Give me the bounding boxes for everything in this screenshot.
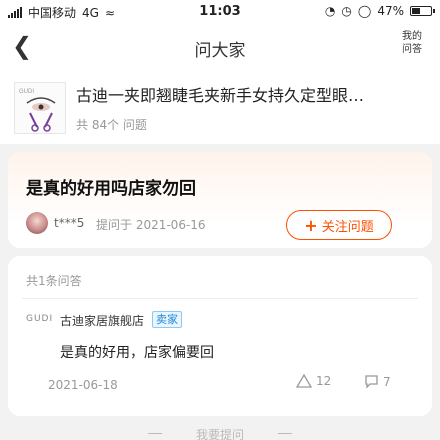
- headphones-icon: ◯: [357, 4, 372, 18]
- asked-date: 提问于 2021-06-16: [96, 218, 206, 232]
- product-name: 古迪一夹即翘睫毛夹新手女持久定型眼…: [76, 86, 365, 105]
- answer-count: 共1条问答: [26, 274, 82, 288]
- follow-question-button[interactable]: + 关注问题: [286, 210, 392, 240]
- follow-label: 关注问题: [321, 219, 374, 235]
- seller-badge: 卖家: [152, 311, 182, 328]
- my-qa-label-line2: 问答: [402, 44, 422, 55]
- product-thumbnail[interactable]: GUDI: [14, 82, 66, 134]
- answers-card: 共1条问答 GUDI 古迪家居旗舰店 卖家 是真的好用，店家偏要回 2021-0…: [8, 256, 432, 416]
- shop-name[interactable]: 古迪家居旗舰店: [60, 312, 144, 329]
- shop-logo: GUDI: [26, 314, 54, 324]
- question-count: 共 84个 问题: [76, 118, 147, 132]
- battery-level-fill: [412, 8, 420, 14]
- ask-question-label[interactable]: 我要提问: [0, 426, 440, 440]
- like-count: 12: [316, 374, 332, 388]
- product-logo-text: GUDI: [19, 89, 34, 95]
- battery-icon: [410, 6, 435, 16]
- like-button[interactable]: 12: [296, 374, 331, 388]
- avatar[interactable]: [26, 212, 48, 234]
- plus-icon: +: [304, 215, 318, 235]
- question-text: 是真的好用吗店家勿回: [26, 179, 196, 199]
- product-header[interactable]: GUDI 古迪一夹即翘睫毛夹新手女持久定型眼… 共 84个 问题: [0, 68, 440, 144]
- divider: [22, 298, 418, 299]
- comment-icon: [365, 375, 378, 389]
- battery-percent: 47%: [377, 4, 404, 18]
- my-qa-button[interactable]: 我的 问答: [396, 30, 428, 56]
- answer-date: 2021-06-18: [48, 378, 118, 392]
- ask-question-bar[interactable]: 我要提问: [0, 426, 440, 440]
- comment-button[interactable]: 7: [364, 374, 391, 389]
- my-qa-label-line1: 我的: [402, 31, 422, 42]
- question-card: 是真的好用吗店家勿回 t***5 提问于 2021-06-16 + 关注问题: [8, 152, 432, 248]
- nav-bar: ❮ 问大家 我的 问答: [0, 24, 440, 68]
- comment-count: 7: [383, 374, 391, 389]
- asker-name: t***5: [54, 216, 85, 230]
- alarm-icon: ◷: [341, 4, 352, 18]
- divider: [278, 433, 292, 434]
- thumbs-up-icon: [296, 374, 312, 388]
- status-bar: 中国移动 4G ≈ 11:03 ◔ ◷ ◯ 47%: [0, 0, 440, 24]
- lock-rotation-icon: ◔: [324, 4, 336, 18]
- page-title: 问大家: [194, 41, 246, 61]
- answer-text: 是真的好用，店家偏要回: [60, 345, 214, 361]
